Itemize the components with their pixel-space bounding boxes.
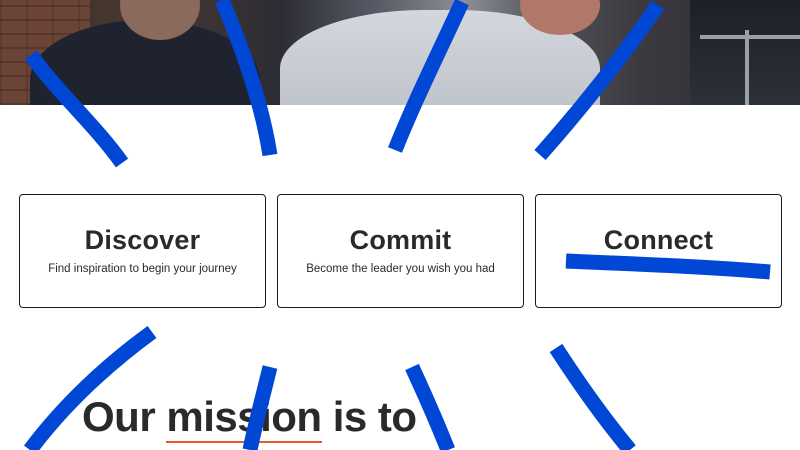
mission-heading: Our mission is to [82, 392, 417, 443]
card-desc-discover: Find inspiration to begin your journey [48, 263, 237, 275]
hero-chair-rail [700, 35, 800, 39]
card-connect[interactable]: Connect [535, 194, 782, 308]
card-title-connect: Connect [603, 225, 714, 255]
mission-highlight: mission [166, 393, 322, 443]
card-discover[interactable]: Discover Find inspiration to begin your … [19, 194, 266, 308]
page: Discover Find inspiration to begin your … [0, 0, 800, 450]
mission-word-our: Our [82, 393, 156, 440]
hero-image [0, 0, 800, 105]
mission-rest: is to [332, 393, 417, 440]
card-title-discover: Discover [84, 225, 201, 255]
card-title-commit: Commit [349, 225, 452, 255]
stroke-8 [405, 363, 455, 450]
hero-chair-leg [745, 30, 749, 105]
stroke-9 [549, 343, 636, 450]
card-desc-commit: Become the leader you wish you had [306, 263, 495, 275]
card-commit[interactable]: Commit Become the leader you wish you ha… [277, 194, 524, 308]
